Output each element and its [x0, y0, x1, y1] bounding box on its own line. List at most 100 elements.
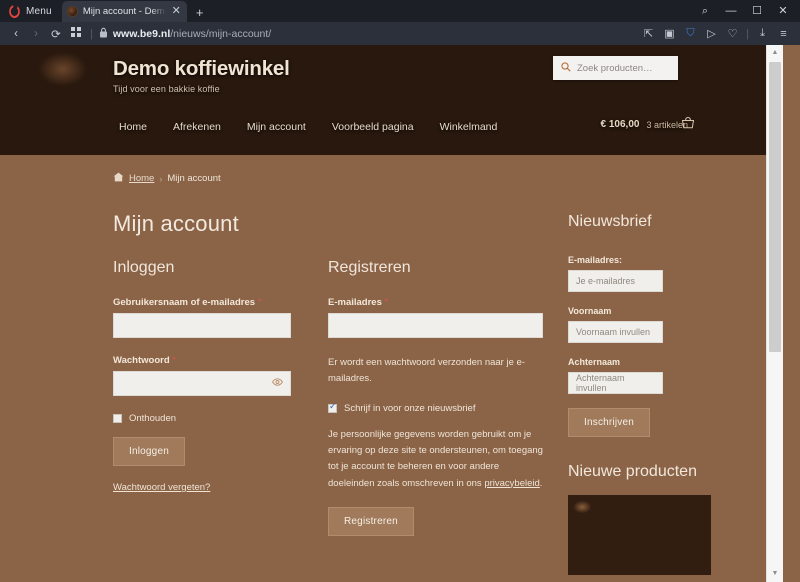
opera-menu-label: Menu: [26, 5, 52, 17]
product-search-box[interactable]: Zoek producten…: [553, 56, 678, 80]
share-icon[interactable]: ⇱: [638, 27, 659, 40]
nav-item-voorbeeld-pagina[interactable]: Voorbeeld pagina: [319, 117, 427, 137]
search-glyph: [561, 61, 571, 72]
cart-summary[interactable]: € 106,00 3 artikelen: [601, 119, 688, 130]
breadcrumb-separator: ›: [159, 173, 163, 184]
page-main: Mijn account Inloggen Gebruikersnaam of …: [0, 185, 783, 582]
downloads-icon[interactable]: ⤓: [752, 27, 773, 40]
forward-icon[interactable]: ›: [26, 28, 46, 40]
register-email-label-text: E-mailadres: [328, 297, 382, 308]
tab-strip: Menu Mijn account - Demo koffi ✕ + ⌕ — ☐…: [0, 0, 800, 22]
username-label: Gebruikersnaam of e-mailadres *: [113, 297, 313, 308]
tab-favicon-icon: [66, 6, 78, 17]
browser-tab-active[interactable]: Mijn account - Demo koffi ✕: [61, 1, 187, 22]
remember-checkbox[interactable]: [113, 414, 122, 423]
nav-item-afrekenen[interactable]: Afrekenen: [160, 117, 234, 137]
sidebar: Nieuwsbrief E-mailadres: Je e-mailadres …: [568, 211, 748, 582]
breadcrumb-home-link[interactable]: Home: [129, 173, 154, 184]
username-input[interactable]: [113, 313, 291, 338]
shield-icon[interactable]: ⛉: [680, 27, 701, 40]
opera-logo-icon: [9, 4, 20, 18]
speed-dial-glyph: [70, 26, 81, 37]
lock-icon[interactable]: [99, 27, 108, 41]
tab-title: Mijn account - Demo koffi: [82, 6, 166, 17]
reload-icon[interactable]: ⟳: [46, 27, 66, 41]
register-email-label: E-mailadres *: [328, 297, 543, 308]
toolbar-divider-2: |: [746, 27, 749, 40]
password-label: Wachtwoord *: [113, 355, 313, 366]
eye-glyph: [272, 378, 283, 386]
scroll-down-icon[interactable]: ▼: [767, 566, 783, 582]
register-button[interactable]: Registreren: [328, 506, 414, 536]
window-controls: ⌕ — ☐ ✕: [692, 0, 796, 22]
required-asterisk-2: *: [172, 355, 176, 366]
basket-icon[interactable]: [681, 116, 695, 132]
eye-icon[interactable]: [272, 378, 283, 389]
site-header: Demo koffiewinkel Tijd voor een bakkie k…: [0, 45, 783, 155]
home-glyph: [113, 172, 124, 182]
username-label-text: Gebruikersnaam of e-mailadres: [113, 297, 256, 308]
sidebar-lastname-input[interactable]: Achternaam invullen: [568, 372, 663, 394]
opera-browser-window: Menu Mijn account - Demo koffi ✕ + ⌕ — ☐…: [0, 0, 800, 582]
sidebar-email-input[interactable]: Je e-mailadres: [568, 270, 663, 292]
subscribe-button[interactable]: Inschrijven: [568, 408, 650, 437]
search-icon: [561, 61, 571, 75]
web-page: Demo koffiewinkel Tijd voor een bakkie k…: [0, 45, 783, 582]
nav-item-home[interactable]: Home: [106, 117, 160, 137]
site-tagline: Tijd voor een bakkie koffie: [113, 84, 220, 94]
sidebar-firstname-input[interactable]: Voornaam invullen: [568, 321, 663, 343]
sidebar-lastname-label: Achternaam: [568, 357, 621, 367]
tab-close-icon[interactable]: ✕: [171, 6, 182, 17]
close-window-icon[interactable]: ✕: [770, 0, 796, 22]
register-note: Er wordt een wachtwoord verzonden naar j…: [328, 357, 525, 385]
coffee-beans-photo: [568, 495, 711, 575]
register-email-input[interactable]: [328, 313, 543, 338]
register-column: Registreren E-mailadres * Er wordt een w…: [328, 259, 543, 536]
lock-glyph: [99, 27, 107, 37]
easy-setup-icon[interactable]: ≡: [773, 28, 794, 40]
snapshot-icon[interactable]: ▣: [659, 27, 680, 40]
site-title[interactable]: Demo koffiewinkel: [113, 57, 290, 81]
back-icon[interactable]: ‹: [6, 28, 26, 40]
account-content: Mijn account Inloggen Gebruikersnaam of …: [113, 211, 543, 582]
home-icon: [113, 172, 124, 185]
privacy-tail: .: [539, 477, 543, 489]
url-host: www.be9.nl: [112, 27, 171, 40]
login-column: Inloggen Gebruikersnaam of e-mailadres *…: [113, 259, 313, 536]
tab-search-icon[interactable]: ⌕: [692, 0, 718, 22]
site-header-content: Demo koffiewinkel Tijd voor een bakkie k…: [0, 45, 783, 155]
remember-label: Onthouden: [129, 413, 177, 424]
basket-glyph: [681, 116, 695, 129]
new-tab-button[interactable]: +: [196, 6, 204, 22]
send-icon[interactable]: ▷: [701, 27, 722, 40]
nav-item-mijn-account[interactable]: Mijn account: [234, 117, 319, 137]
speed-dial-icon[interactable]: [66, 26, 86, 41]
privacy-paragraph: Je persoonlijke gegevens worden gebruikt…: [328, 427, 543, 492]
register-heading: Registreren: [328, 259, 411, 276]
privacy-policy-link[interactable]: privacybeleid: [484, 478, 539, 489]
password-input[interactable]: [113, 371, 291, 396]
address-bar[interactable]: www.be9.nl/nieuws/mijn-account/: [113, 28, 638, 40]
newsletter-checkbox[interactable]: [328, 402, 337, 413]
minimize-icon[interactable]: —: [718, 0, 744, 22]
login-button[interactable]: Inloggen: [113, 437, 185, 466]
login-heading: Inloggen: [113, 259, 175, 276]
breadcrumb: Home › Mijn account: [0, 155, 783, 185]
newsletter-row[interactable]: Schrijf in voor onze nieuwsbrief: [328, 402, 543, 414]
remember-row[interactable]: Onthouden: [113, 413, 313, 424]
heart-icon[interactable]: ♡: [722, 27, 743, 40]
sidebar-firstname-placeholder: Voornaam invullen: [576, 327, 651, 337]
sidebar-lastname-placeholder: Achternaam invullen: [576, 373, 625, 393]
opera-menu-button[interactable]: Menu: [4, 0, 60, 22]
product-card[interactable]: Nieuw! Koffiebonen uit Colombia: [568, 495, 748, 582]
url-path: /nieuws/mijn-account/: [170, 27, 272, 40]
newsletter-widget-heading: Nieuwsbrief: [568, 213, 652, 230]
toolbar-actions: ⇱ ▣ ⛉ ▷ ♡ | ⤓ ≡: [638, 27, 794, 40]
toolbar-divider: |: [90, 27, 93, 40]
forgot-password-link[interactable]: Wachtwoord vergeten?: [113, 482, 210, 493]
product-image[interactable]: [568, 495, 711, 575]
page-viewport: Demo koffiewinkel Tijd voor een bakkie k…: [0, 45, 800, 582]
maximize-icon[interactable]: ☐: [744, 0, 770, 22]
required-asterisk: *: [257, 297, 262, 308]
nav-item-winkelmand[interactable]: Winkelmand: [427, 117, 511, 137]
